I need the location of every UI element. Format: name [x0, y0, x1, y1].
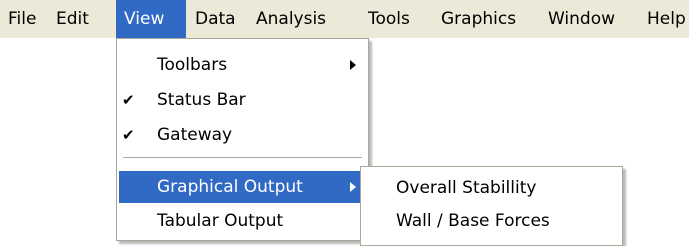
view-menu-dropdown: Toolbars ✔ Status Bar ✔ Gateway Graphica… [116, 38, 369, 241]
menu-view[interactable]: View [116, 0, 186, 38]
menu-edit[interactable]: Edit [48, 0, 97, 38]
menu-separator [123, 157, 362, 159]
menu-graphics[interactable]: Graphics [433, 0, 524, 38]
menu-window[interactable]: Window [540, 0, 623, 38]
graphical-output-submenu: Overall Stabillity Wall / Base Forces [360, 166, 623, 246]
status-bar-label: Status Bar [157, 90, 246, 110]
overall-stability-label: Overall Stabillity [396, 178, 537, 198]
view-menu-item-tabular-output[interactable]: Tabular Output [119, 205, 366, 237]
view-menu-item-gateway[interactable]: ✔ Gateway [119, 119, 366, 151]
tabular-output-label: Tabular Output [157, 211, 284, 231]
view-menu-item-status-bar[interactable]: ✔ Status Bar [119, 84, 366, 116]
menu-analysis[interactable]: Analysis [248, 0, 334, 38]
submenu-arrow-icon [350, 182, 356, 192]
checkmark-icon: ✔ [122, 91, 135, 109]
menu-help[interactable]: Help [639, 0, 689, 38]
wall-base-forces-label: Wall / Base Forces [396, 211, 550, 231]
menu-data[interactable]: Data [187, 0, 244, 38]
gateway-label: Gateway [157, 125, 233, 145]
submenu-item-wall-base-forces[interactable]: Wall / Base Forces [363, 205, 620, 237]
menu-file[interactable]: File [0, 0, 44, 38]
submenu-arrow-icon [350, 60, 356, 70]
checkmark-icon: ✔ [122, 126, 135, 144]
menu-bar: File Edit View Data Analysis Tools Graph… [0, 0, 689, 38]
menu-tools[interactable]: Tools [360, 0, 418, 38]
submenu-item-overall-stability[interactable]: Overall Stabillity [363, 172, 620, 204]
view-menu-item-graphical-output[interactable]: Graphical Output [119, 171, 366, 203]
view-menu-item-toolbars[interactable]: Toolbars [119, 49, 366, 81]
graphical-output-label: Graphical Output [157, 177, 303, 197]
toolbars-label: Toolbars [157, 55, 228, 75]
